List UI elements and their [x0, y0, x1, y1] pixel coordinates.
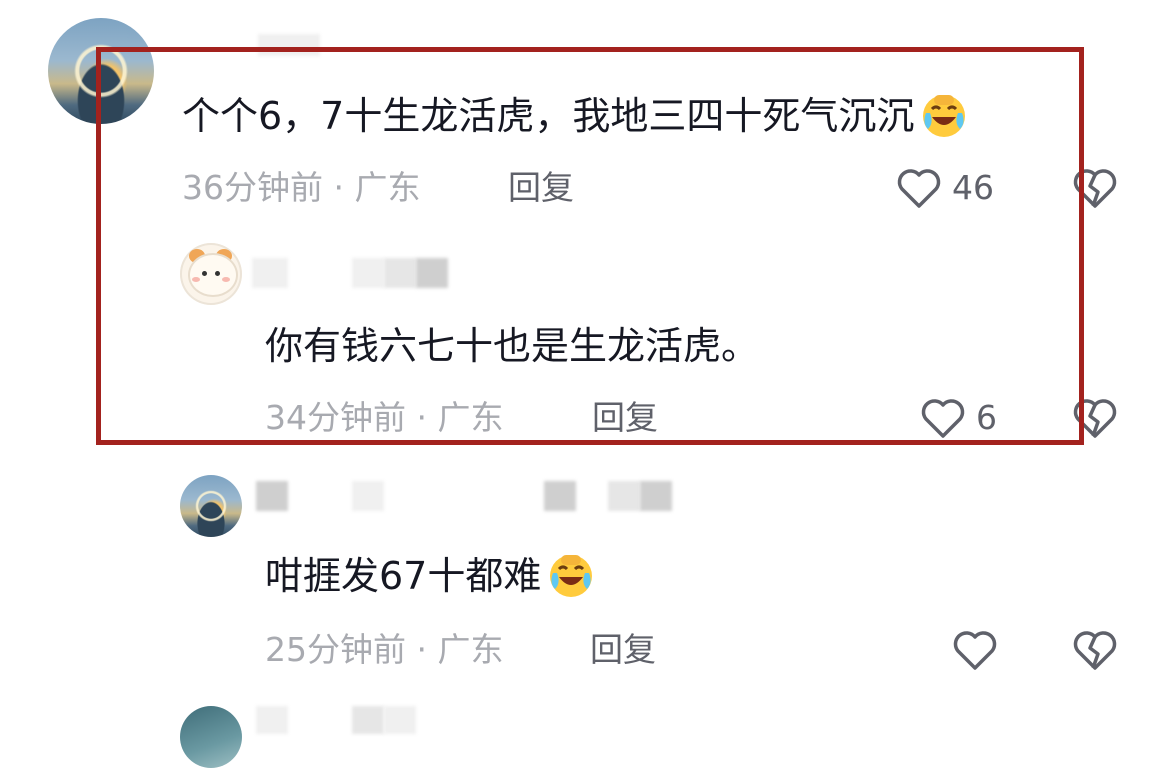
blurred-username [640, 481, 672, 511]
blurred-username [384, 706, 416, 734]
avatar[interactable] [48, 18, 154, 124]
broken-heart-outline-icon[interactable] [1072, 396, 1118, 440]
laughing-crying-emoji-icon [547, 551, 595, 599]
avatar-face [188, 253, 238, 297]
like-count: 6 [976, 398, 997, 437]
reply-avatar[interactable] [180, 243, 242, 305]
heart-outline-icon[interactable] [952, 628, 998, 672]
blurred-username [416, 258, 448, 288]
avatar-cheek [222, 277, 230, 282]
avatar-cheek [192, 277, 200, 282]
reply-time-location: 34分钟前 · 广东 [265, 398, 504, 437]
blurred-username [256, 481, 288, 511]
blurred-username [608, 481, 640, 511]
blurred-username [256, 706, 288, 734]
reply-button[interactable]: 回复 [590, 630, 656, 670]
blurred-username [352, 258, 384, 288]
broken-heart-outline-icon[interactable] [1072, 166, 1118, 210]
reply-text: 你有钱六七十也是生龙活虎。 [265, 324, 760, 368]
blurred-username [252, 258, 288, 288]
heart-outline-icon[interactable] [920, 396, 966, 440]
reply-button[interactable]: 回复 [592, 398, 658, 438]
avatar-eye [215, 271, 220, 276]
reply-avatar[interactable] [180, 706, 242, 768]
comment-text: 个个6，7十生龙活虎，我地三四十死气沉沉 [182, 92, 968, 143]
reply-avatar[interactable] [180, 475, 242, 537]
blurred-username [384, 258, 416, 288]
blurred-username [544, 481, 576, 511]
reply-button[interactable]: 回复 [508, 168, 574, 208]
blurred-username [352, 481, 384, 511]
laughing-crying-emoji-icon [920, 91, 968, 139]
like-count: 46 [952, 168, 994, 207]
broken-heart-outline-icon[interactable] [1072, 628, 1118, 672]
comment-text-content: 个个6，7十生龙活虎，我地三四十死气沉沉 [182, 94, 915, 138]
reply-time-location: 25分钟前 · 广东 [265, 630, 504, 669]
reply-text-content: 咁捱发67十都难 [265, 554, 542, 598]
comment-time-location: 36分钟前 · 广东 [182, 168, 421, 207]
reply-text: 咁捱发67十都难 [265, 552, 595, 603]
blurred-username [352, 706, 384, 734]
avatar-eye [202, 271, 207, 276]
blurred-username [258, 34, 320, 56]
heart-outline-icon[interactable] [896, 166, 942, 210]
